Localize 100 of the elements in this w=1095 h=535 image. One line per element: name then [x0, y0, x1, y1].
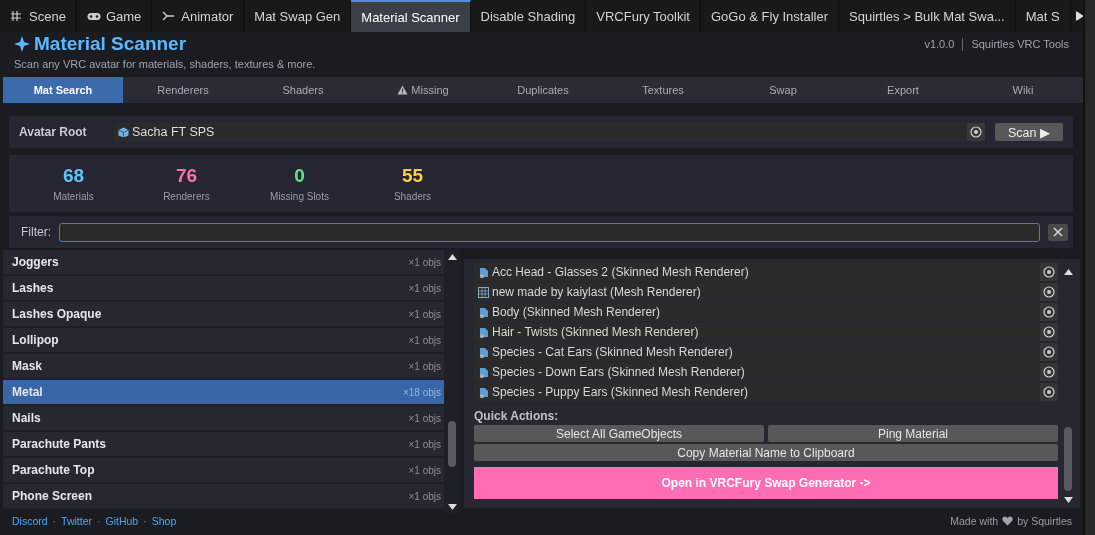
object-picker-button[interactable] [967, 123, 985, 141]
ping-button[interactable] [1040, 363, 1058, 381]
action-button[interactable]: Ping Material [768, 425, 1058, 442]
credit-text: by Squirtles [1017, 515, 1072, 527]
author-label: Squirtles VRC Tools [971, 38, 1069, 50]
target-icon [1043, 306, 1055, 318]
scroll-down-icon[interactable] [1063, 497, 1073, 503]
ping-button[interactable] [1040, 263, 1058, 281]
target-icon [1043, 286, 1055, 298]
object-count: ×1 objs [408, 464, 441, 476]
stat-label: Shaders [393, 191, 432, 202]
object-count: ×18 objs [402, 386, 441, 398]
clear-button[interactable] [1048, 223, 1068, 241]
nav-tab[interactable]: Missing [363, 77, 483, 103]
renderer-field[interactable]: Species - Down Ears (Skinned Mesh Renderer) [474, 363, 1058, 381]
footer-link[interactable]: Shop [151, 515, 177, 527]
object-count: ×1 objs [408, 360, 441, 372]
field-label: Avatar Root [19, 125, 88, 139]
object-count: ×1 objs [408, 308, 441, 320]
material-row[interactable]: Lashes Opaque ×1 objs [3, 302, 444, 328]
renderer-field[interactable]: new made by kaiylast (Mesh Renderer) [474, 283, 1058, 301]
material-row[interactable]: Nails ×1 objs [3, 406, 444, 432]
material-row[interactable]: Metal ×18 objs [3, 380, 444, 406]
material-row[interactable]: Parachute Top ×1 objs [3, 458, 444, 484]
object-count: ×1 objs [408, 282, 441, 294]
mesh-grid-icon [478, 286, 489, 298]
filter-field[interactable] [59, 222, 1040, 242]
material-name: Joggers [12, 255, 59, 269]
skinned-mesh-icon [478, 326, 489, 338]
renderer-field[interactable]: Hair - Twists (Skinned Mesh Renderer) [474, 323, 1058, 341]
cube-icon [118, 126, 129, 138]
target-icon [1043, 386, 1055, 398]
version-label: v1.0.0 [924, 38, 955, 50]
object-count: ×1 objs [408, 438, 441, 450]
target-icon [1043, 366, 1055, 378]
material-name: Mask [12, 359, 43, 373]
object-field[interactable]: Sacha FT SPS [114, 123, 985, 141]
material-name: Parachute Top [12, 463, 95, 477]
link-separator: · [143, 515, 147, 527]
editor-tab[interactable]: Material Scanner [351, 0, 471, 32]
footer-link[interactable]: GitHub [105, 515, 139, 527]
ping-button[interactable] [1040, 383, 1058, 401]
renderer-field[interactable]: Acc Head - Glasses 2 (Skinned Mesh Renderer) [474, 263, 1058, 281]
target-icon [1043, 346, 1055, 358]
stat-value: 68 [62, 165, 85, 187]
renderer-field[interactable]: Body (Skinned Mesh Renderer) [474, 303, 1058, 321]
object-count: ×1 objs [408, 256, 441, 268]
nav-tab[interactable]: Renderers [123, 77, 243, 103]
scan-button[interactable]: Scan ▶ [995, 123, 1063, 141]
scroll-up-icon[interactable] [1063, 269, 1073, 275]
nav-tab[interactable]: Textures [603, 77, 723, 103]
material-row[interactable]: Lashes ×1 objs [3, 276, 444, 302]
material-row[interactable]: Joggers ×1 objs [3, 250, 444, 276]
material-row[interactable]: Lollipop ×1 objs [3, 328, 444, 354]
close-icon [1053, 227, 1063, 237]
renderer-field[interactable]: Species - Puppy Ears (Skinned Mesh Renderer) [474, 383, 1058, 401]
footer-link[interactable]: Twitter [61, 515, 92, 527]
nav-tab[interactable]: Mat Search [3, 77, 123, 103]
skinned-mesh-icon [478, 346, 489, 358]
skinned-mesh-icon [478, 386, 489, 398]
link-separator: · [97, 515, 101, 527]
stat-value: 55 [401, 165, 424, 187]
footer-link[interactable]: Discord [12, 515, 48, 527]
material-row[interactable]: Parachute Pants ×1 objs [3, 432, 444, 458]
nav-tab[interactable]: Swap [723, 77, 843, 103]
target-icon [1043, 326, 1055, 338]
nav-tab[interactable]: Wiki [963, 77, 1083, 103]
nav-tab[interactable]: Duplicates [483, 77, 603, 103]
scrollbar-thumb[interactable] [448, 421, 456, 467]
nav-tab[interactable]: Shaders [243, 77, 363, 103]
object-count: ×1 objs [408, 412, 441, 424]
renderer-field[interactable]: Species - Cat Ears (Skinned Mesh Renderer) [474, 343, 1058, 361]
heart-icon [1002, 516, 1014, 526]
grid-icon [10, 10, 24, 22]
ping-button[interactable] [1040, 283, 1058, 301]
action-button[interactable]: Copy Material Name to Clipboard [474, 444, 1058, 461]
object-count: ×1 objs [408, 334, 441, 346]
nav-tab[interactable]: Export [843, 77, 963, 103]
link-separator: · [52, 515, 57, 527]
ping-button[interactable] [1040, 343, 1058, 361]
credit-text: Made with [950, 515, 999, 527]
target-icon [970, 126, 982, 138]
action-button[interactable]: Select All GameObjects [474, 425, 764, 442]
app-subtitle: Scan any VRC avatar for materials, shaders, textures & more. [14, 58, 316, 70]
scroll-down-icon[interactable] [447, 504, 457, 510]
scrollbar-thumb[interactable] [1064, 427, 1072, 491]
ping-button[interactable] [1040, 323, 1058, 341]
branch-icon [162, 10, 177, 22]
target-icon [1043, 266, 1055, 278]
stat-label: Missing Slots [270, 191, 329, 202]
scroll-up-icon[interactable] [447, 254, 457, 260]
stat-value: 76 [175, 165, 198, 187]
stat-label: Materials [53, 191, 94, 202]
filter-label: Filter: [21, 225, 51, 239]
gamepad-icon [86, 10, 101, 22]
material-name: Lashes Opaque [12, 307, 102, 321]
material-row[interactable]: Phone Screen ×1 objs [3, 484, 444, 510]
material-row[interactable]: Mask ×1 objs [3, 354, 444, 380]
ping-button[interactable] [1040, 303, 1058, 321]
stat-label: Renderers [163, 191, 210, 202]
